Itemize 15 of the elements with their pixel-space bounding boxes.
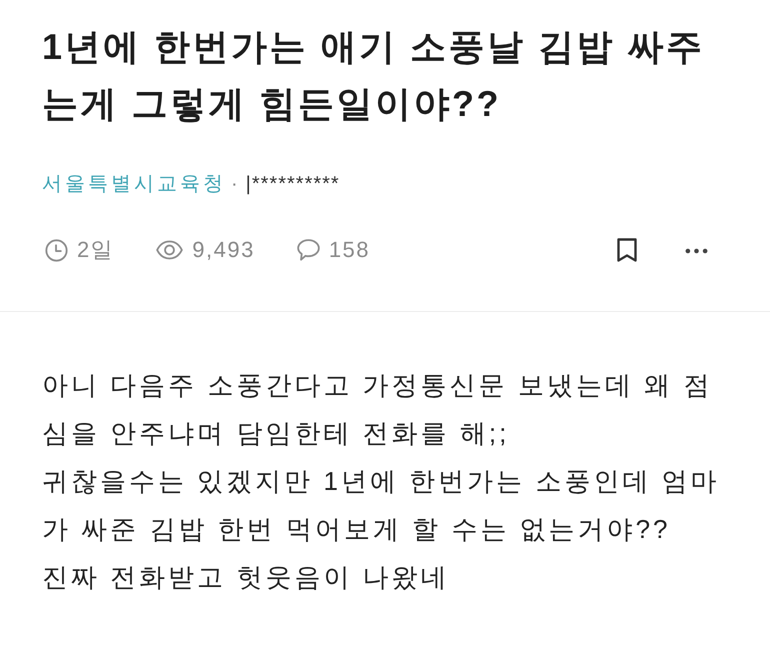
board-link[interactable]: 서울특별시교육청 [42, 169, 226, 199]
comment-count: 158 [328, 236, 370, 264]
meta-separator: · [231, 172, 238, 197]
bookmark-icon[interactable] [616, 237, 638, 263]
eye-icon [156, 240, 184, 260]
more-options-icon[interactable] [685, 248, 708, 254]
speech-bubble-icon [296, 239, 320, 261]
body-paragraph: 아니 다음주 소풍간다고 가정통신문 보냈는데 왜 점심을 안주냐며 담임한테 전화를 해;; [42, 369, 714, 450]
post-title: 1년에 한번가는 애기 소풍날 김밥 싸주는게 그렇게 힘든일이야?? [42, 25, 706, 126]
body-paragraph: 귀찮을수는 있겠지만 1년에 한번가는 소풍인데 엄마가 싸준 김밥 한번 먹어보게 할 수는 없는거야?? [42, 465, 721, 546]
body-paragraph: 진짜 전화받고 헛웃음이 나왔네 [42, 561, 451, 594]
author-name: |********** [246, 172, 340, 197]
post-age: 2일 [77, 236, 114, 264]
view-count: 9,493 [192, 236, 255, 264]
clock-icon [45, 238, 68, 262]
